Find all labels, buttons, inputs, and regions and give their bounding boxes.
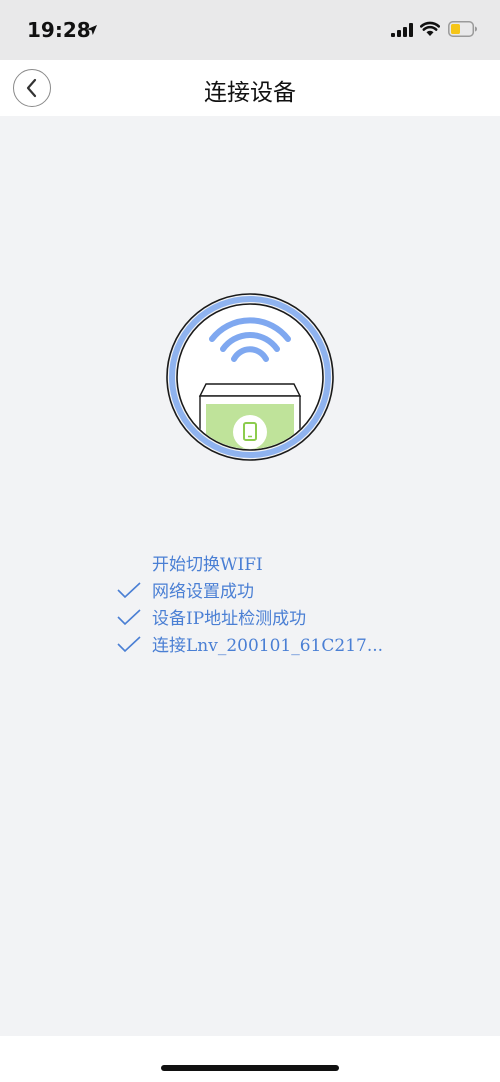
page-title: 连接设备 <box>204 80 296 106</box>
step-label: 连接Lnv_200101_61C217... <box>152 636 384 656</box>
home-indicator[interactable] <box>161 1065 339 1071</box>
location-arrow-icon <box>87 25 97 35</box>
device-connection-illustration <box>166 293 334 461</box>
step-label: 设备IP地址检测成功 <box>152 609 307 629</box>
step-label: 网络设置成功 <box>152 582 254 602</box>
bottom-bar <box>0 1036 500 1082</box>
check-icon <box>117 636 141 653</box>
phone-icon <box>233 415 267 449</box>
status-time: 19:28 <box>27 18 91 42</box>
check-icon <box>117 582 141 599</box>
status-bar: 19:28 <box>0 0 500 60</box>
check-icon <box>117 609 141 626</box>
wifi-icon <box>420 21 440 36</box>
nav-bar: 连接设备 <box>0 60 500 116</box>
step-label: 开始切换WIFI <box>152 555 263 575</box>
cellular-signal-icon <box>391 23 413 37</box>
battery-low-icon <box>448 21 477 37</box>
